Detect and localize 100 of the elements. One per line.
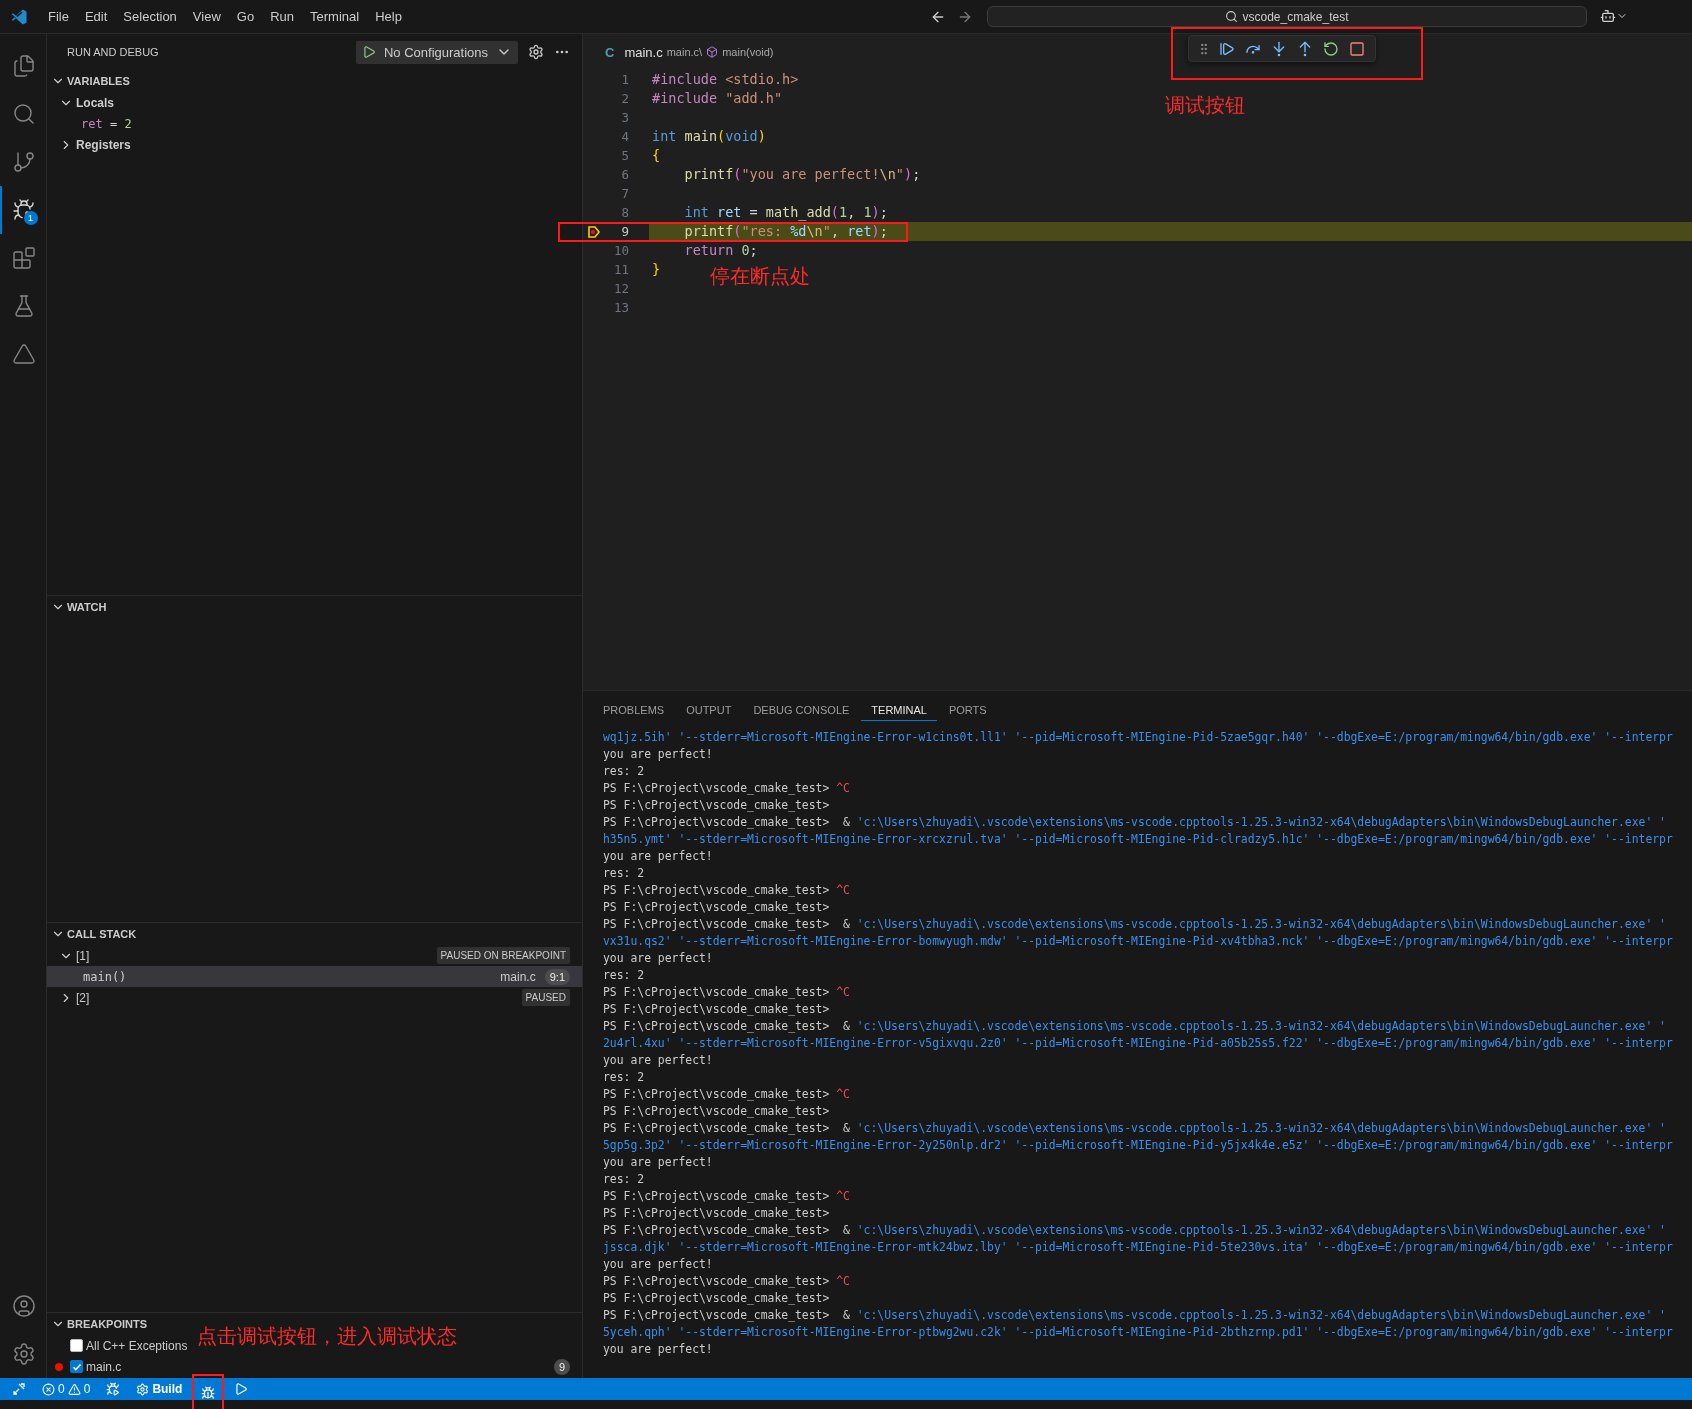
settings-icon[interactable] bbox=[528, 44, 544, 60]
continue-icon bbox=[1219, 40, 1235, 57]
warning-count: 0 bbox=[83, 1382, 91, 1396]
code-line: #include "add.h" bbox=[651, 89, 783, 108]
terminal-line: PS F:\cProject\vscode_cmake_test> bbox=[603, 1001, 831, 1018]
menu-item[interactable]: File bbox=[40, 9, 77, 24]
line-number: 3 bbox=[620, 110, 629, 125]
line-badge: 9 bbox=[553, 1358, 570, 1375]
menu-item[interactable]: Edit bbox=[76, 9, 116, 24]
settings-icon bbox=[12, 1342, 36, 1366]
tree-label: Registers bbox=[76, 137, 131, 152]
run-debug-icon bbox=[12, 198, 36, 222]
tree-label: Locals bbox=[76, 95, 114, 110]
breakpoint-label[interactable]: All C++ Exceptions bbox=[86, 1338, 188, 1353]
warning-icon bbox=[67, 1382, 81, 1396]
account-icon bbox=[12, 1294, 36, 1318]
panel-tab[interactable]: OUTPUT bbox=[676, 697, 742, 721]
terminal-line: PS F:\cProject\vscode_cmake_test> ^C bbox=[603, 780, 851, 797]
terminal-line: PS F:\cProject\vscode_cmake_test> & 'c:\Users\zhuyadi\.vscode\extensions\ms-vscode.cpptools-1.25.3-win32-x64\debugAdapters\bin\WindowsDebugLauncher.exe' ' bbox=[603, 1120, 1667, 1137]
panel-tab[interactable]: TERMINAL bbox=[861, 697, 937, 721]
terminal-line: PS F:\cProject\vscode_cmake_test> bbox=[603, 1205, 831, 1222]
menu-item[interactable]: Go bbox=[228, 9, 263, 24]
menu-item[interactable]: Terminal bbox=[302, 9, 368, 24]
play-icon bbox=[234, 1382, 249, 1396]
terminal-line: 5yceh.qph' '--stderr=Microsoft-MIEngine-Error-ptbwg2wu.c2k' '--pid=Microsoft-MIEngine-Pid-2bthzrnp.pd1' '--dbgExe=E:/program/mingw64/bin/gdb.exe' '--interpr bbox=[603, 1324, 1674, 1341]
line-number: 8 bbox=[620, 205, 629, 220]
terminal-line: res: 2 bbox=[603, 763, 646, 780]
terminal-line: PS F:\cProject\vscode_cmake_test> ^C bbox=[603, 984, 851, 1001]
thread-item[interactable]: [1] PAUSED ON BREAKPOINT bbox=[47, 945, 582, 966]
panel-tab[interactable]: DEBUG CONSOLE bbox=[743, 697, 860, 721]
terminal-line: vx31u.qs2' '--stderr=Microsoft-MIEngine-Error-bomwyugh.mdw' '--pid=Microsoft-MIEngine-Pid-xv4tbha3.nck' '--dbgExe=E:/program/mingw64/bin/gdb.exe' '--interpr bbox=[603, 933, 1674, 950]
forward-icon[interactable] bbox=[957, 9, 973, 25]
breakpoint-dot bbox=[55, 1362, 63, 1371]
terminal-line: you are perfect! bbox=[603, 1154, 714, 1171]
paused-arrow-icon bbox=[587, 224, 601, 239]
terminal-line: wq1jz.5ih' '--stderr=Microsoft-MIEngine-Error-w1cins0t.ll1' '--pid=Microsoft-MIEngine-Pid-5zae5gqr.h40' '--dbgExe=E:/program/mingw64/bin/gdb.exe' '--interpr bbox=[603, 729, 1674, 746]
terminal-line: PS F:\cProject\vscode_cmake_test> & 'c:\Users\zhuyadi\.vscode\extensions\ms-vscode.cpptools-1.25.3-win32-x64\debugAdapters\bin\WindowsDebugLauncher.exe' ' bbox=[603, 1018, 1667, 1035]
code-line: { bbox=[651, 146, 661, 165]
terminal-line: PS F:\cProject\vscode_cmake_test> ^C bbox=[603, 882, 851, 899]
menu-item[interactable]: Selection bbox=[115, 9, 185, 24]
configuration-dropdown[interactable]: No Configurations bbox=[355, 40, 518, 64]
line-number: 1 bbox=[620, 72, 629, 87]
restart-icon bbox=[1323, 40, 1339, 57]
stack-frame[interactable]: main() main.c 9:1 bbox=[47, 966, 582, 987]
back-icon[interactable] bbox=[930, 9, 946, 25]
terminal-line: PS F:\cProject\vscode_cmake_test> bbox=[603, 1103, 831, 1120]
annotation-text: 停在断点处 bbox=[710, 263, 810, 290]
menu-item[interactable]: View bbox=[184, 9, 229, 24]
tree-item[interactable]: Registers bbox=[47, 134, 582, 155]
line-number: 11 bbox=[612, 262, 629, 277]
terminal-line: PS F:\cProject\vscode_cmake_test> & 'c:\Users\zhuyadi\.vscode\extensions\ms-vscode.cpptools-1.25.3-win32-x64\debugAdapters\bin\WindowsDebugLauncher.exe' ' bbox=[603, 1222, 1667, 1239]
variable-entry[interactable]: ret = 2 bbox=[81, 116, 132, 131]
search-icon bbox=[12, 102, 36, 126]
terminal-line: PS F:\cProject\vscode_cmake_test> & 'c:\Users\zhuyadi\.vscode\extensions\ms-vscode.cpptools-1.25.3-win32-x64\debugAdapters\bin\WindowsDebugLauncher.exe' ' bbox=[603, 814, 1667, 831]
section-header[interactable]: VARIABLES bbox=[47, 70, 582, 92]
checkbox[interactable] bbox=[70, 1360, 83, 1373]
app-logo-icon bbox=[10, 7, 28, 26]
code-line: int ret = math_add(1, 1); bbox=[683, 203, 888, 222]
status-badge: PAUSED bbox=[521, 989, 570, 1006]
breadcrumb-symbol[interactable]: main(void) bbox=[722, 46, 774, 58]
terminal-line: h35n5.ymt' '--stderr=Microsoft-MIEngine-Error-xrcxzrul.tva' '--pid=Microsoft-MIEngine-Pid-clradzy5.h1c' '--dbgExe=E:/program/mingw64/bin/gdb.exe' '--interpr bbox=[603, 831, 1674, 848]
copilot-button[interactable] bbox=[1600, 8, 1628, 24]
line-number: 10 bbox=[612, 243, 629, 258]
command-center[interactable]: vscode_cmake_test bbox=[987, 6, 1587, 27]
robot-icon bbox=[1600, 8, 1616, 24]
section-header[interactable]: WATCH bbox=[47, 596, 582, 618]
section-header[interactable]: CALL STACK bbox=[47, 923, 582, 945]
breakpoint-label[interactable]: main.c bbox=[86, 1359, 122, 1374]
section-title: BREAKPOINTS bbox=[67, 1318, 148, 1330]
section-title: VARIABLES bbox=[67, 75, 130, 87]
thread-item[interactable]: [2] PAUSED bbox=[47, 987, 582, 1008]
terminal-line: PS F:\cProject\vscode_cmake_test> bbox=[603, 1290, 831, 1307]
menu-item[interactable]: Run bbox=[262, 9, 302, 24]
panel-tab[interactable]: PROBLEMS bbox=[593, 697, 675, 721]
file-type-label: C bbox=[605, 44, 615, 60]
build-button[interactable]: Build bbox=[130, 1378, 189, 1400]
terminal-line: PS F:\cProject\vscode_cmake_test> ^C bbox=[603, 1188, 851, 1205]
code-line: printf("you are perfect!\n"); bbox=[683, 165, 921, 184]
terminal-line: res: 2 bbox=[603, 1069, 646, 1086]
code-line: printf("res: %d\n", ret); bbox=[683, 222, 888, 241]
terminal-line: you are perfect! bbox=[603, 746, 714, 763]
search-icon bbox=[1225, 10, 1239, 23]
error-icon bbox=[42, 1382, 55, 1396]
panel-tab[interactable]: PORTS bbox=[938, 697, 997, 721]
terminal-line: you are perfect! bbox=[603, 848, 714, 865]
terminal-line: jssca.djk' '--stderr=Microsoft-MIEngine-Error-mtk24bwz.lby' '--pid=Microsoft-MIEngine-Pid-5te230vs.ita' '--dbgExe=E:/program/mingw64/bin/gdb.exe' '--interpr bbox=[603, 1239, 1674, 1256]
line-number: 12 bbox=[612, 281, 629, 296]
extensions-icon bbox=[12, 246, 36, 270]
tree-item[interactable]: Locals bbox=[47, 92, 582, 113]
problems-button[interactable]: 0 0 bbox=[36, 1378, 97, 1400]
breadcrumb-path[interactable]: main.c\ bbox=[666, 46, 703, 58]
menu-item[interactable]: Help bbox=[367, 9, 410, 24]
checkbox[interactable] bbox=[70, 1339, 83, 1352]
line-number: 2 bbox=[620, 91, 629, 106]
files-icon bbox=[12, 54, 36, 78]
symbol-icon bbox=[706, 46, 719, 58]
run-debug-icon bbox=[106, 1382, 121, 1396]
terminal-line: PS F:\cProject\vscode_cmake_test> bbox=[603, 899, 831, 916]
file-name[interactable]: main.c bbox=[624, 44, 663, 60]
line-number: 4 bbox=[620, 129, 629, 144]
